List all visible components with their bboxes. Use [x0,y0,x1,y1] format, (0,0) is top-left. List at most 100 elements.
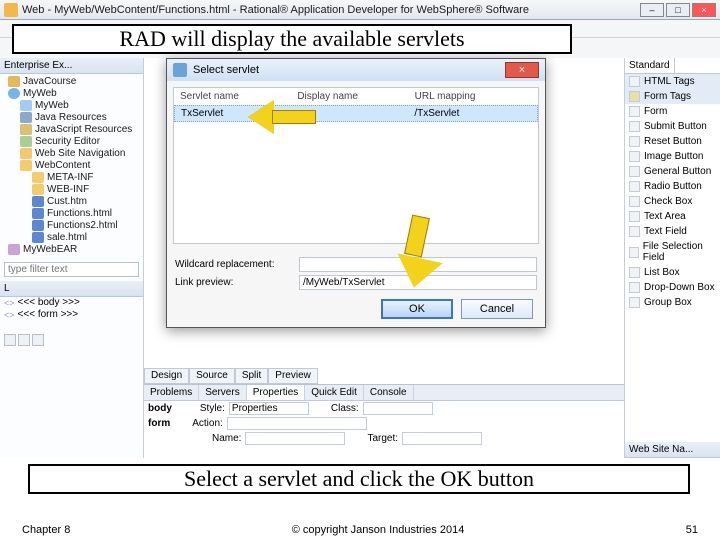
filter-input[interactable] [4,262,139,277]
palette-item[interactable]: Text Area [625,209,720,224]
palette-item[interactable]: Submit Button [625,119,720,134]
palette-item[interactable]: Radio Button [625,179,720,194]
cell-url: /TxServlet [414,108,531,119]
editor-tab-source[interactable]: Source [189,368,235,384]
tree-label: MyWeb [35,100,69,111]
dialog-titlebar: Select servlet × [167,59,545,81]
tree-label: Functions2.html [47,220,118,231]
project-explorer-panel: Enterprise Ex... JavaCourseMyWebMyWebJav… [0,58,144,458]
tool-icon[interactable] [4,334,16,346]
tree-label: WEB-INF [47,184,89,195]
close-window-button[interactable]: × [692,3,716,17]
titlebar: Web - MyWeb/WebContent/Functions.html - … [0,0,720,20]
prop-style-input[interactable] [229,402,309,415]
prop-name-input[interactable] [245,432,345,445]
prop-name-label: Name: [212,433,241,444]
outline-panel: L <<< body >>> <<< form >>> [0,281,143,321]
tree-label: MyWeb [23,88,57,99]
preview-label: Link preview: [175,277,293,288]
prop-action-input[interactable] [227,417,367,430]
tree-node[interactable]: Web Site Navigation [2,148,141,160]
tree-label: META-INF [47,172,93,183]
palette-item[interactable]: Check Box [625,194,720,209]
outline-header: L [0,281,143,297]
palette-label: Image Button [644,151,703,162]
tab-servers[interactable]: Servers [199,385,246,400]
palette-item[interactable]: Text Field [625,224,720,239]
tree-node[interactable]: MyWeb [2,100,141,112]
widget-icon [629,226,640,237]
tree-node[interactable]: META-INF [2,172,141,184]
ok-button[interactable]: OK [381,299,453,319]
tree-node[interactable]: WebContent [2,160,141,172]
tree-node[interactable]: Functions2.html [2,220,141,232]
folder-icon [20,160,32,171]
servlet-row[interactable]: TxServlet /TxServlet [174,105,538,122]
tab-quick-edit[interactable]: Quick Edit [305,385,364,400]
maximize-button[interactable]: □ [666,3,690,17]
palette-section-form[interactable]: Form Tags [625,89,720,104]
tree-label: Functions.html [47,208,112,219]
tab-problems[interactable]: Problems [144,385,199,400]
palette-item[interactable]: Reset Button [625,134,720,149]
tree-node[interactable]: Security Editor [2,136,141,148]
minimize-button[interactable]: – [640,3,664,17]
cancel-button[interactable]: Cancel [461,299,533,319]
project-explorer-header: Enterprise Ex... [0,58,143,74]
tree-node[interactable]: WEB-INF [2,184,141,196]
tree-node[interactable]: Functions.html [2,208,141,220]
ear-icon [8,244,20,255]
tree-node[interactable]: Cust.htm [2,196,141,208]
palette-item[interactable]: List Box [625,265,720,280]
tool-icon[interactable] [18,334,30,346]
tool-icon[interactable] [32,334,44,346]
dialog-icon [173,63,187,77]
palette-label: Text Field [644,226,687,237]
palette-item[interactable]: General Button [625,164,720,179]
editor-tab-split[interactable]: Split [235,368,268,384]
arrow-left-icon [248,100,318,134]
outline-item[interactable]: <<< form >>> [0,309,143,321]
widget-icon [629,247,639,258]
html-icon [32,220,44,231]
prop-action-label: Action: [192,418,223,429]
palette-label: Text Area [644,211,686,222]
dialog-close-button[interactable]: × [505,62,539,78]
prop-target-input[interactable] [402,432,482,445]
palette-item[interactable]: Drop-Down Box [625,280,720,295]
tree-label: Java Resources [35,112,107,123]
widget-icon [629,267,640,278]
widget-icon [629,121,640,132]
footer-center: © copyright Janson Industries 2014 [292,524,465,536]
tree-node[interactable]: MyWebEAR [2,244,141,256]
tab-properties[interactable]: Properties [247,385,306,400]
slide-banner-top: RAD will display the available servlets [12,24,572,54]
editor-tab-design[interactable]: Design [144,368,189,384]
edit-icon [20,136,32,147]
widget-icon [629,211,640,222]
tree-node[interactable]: MyWeb [2,88,141,100]
window-title: Web - MyWeb/WebContent/Functions.html - … [22,4,640,16]
editor-mode-tabs: Design Source Split Preview [144,368,318,384]
palette-section-html[interactable]: HTML Tags [625,74,720,89]
palette-item[interactable]: Group Box [625,295,720,310]
tree-node[interactable]: sale.html [2,232,141,244]
palette-item[interactable]: Image Button [625,149,720,164]
tree-node[interactable]: JavaScript Resources [2,124,141,136]
col-url-mapping: URL mapping [415,91,532,102]
tab-standard[interactable]: Standard [625,58,675,73]
outline-item[interactable]: <<< body >>> [0,297,143,309]
editor-tab-preview[interactable]: Preview [268,368,318,384]
slide-footer: Chapter 8 © copyright Janson Industries … [0,524,720,536]
palette-item[interactable]: Form [625,104,720,119]
prop-class-input[interactable] [363,402,433,415]
tree-node[interactable]: Java Resources [2,112,141,124]
tab-console[interactable]: Console [364,385,414,400]
left-mini-toolbar [4,334,44,346]
widget-icon [629,196,640,207]
palette-label: Radio Button [644,181,702,192]
right-footer-title: Web Site Na... [625,442,720,458]
palette-item[interactable]: File Selection Field [625,239,720,265]
prop-style-label: Style: [200,403,225,414]
tree-node[interactable]: JavaCourse [2,76,141,88]
